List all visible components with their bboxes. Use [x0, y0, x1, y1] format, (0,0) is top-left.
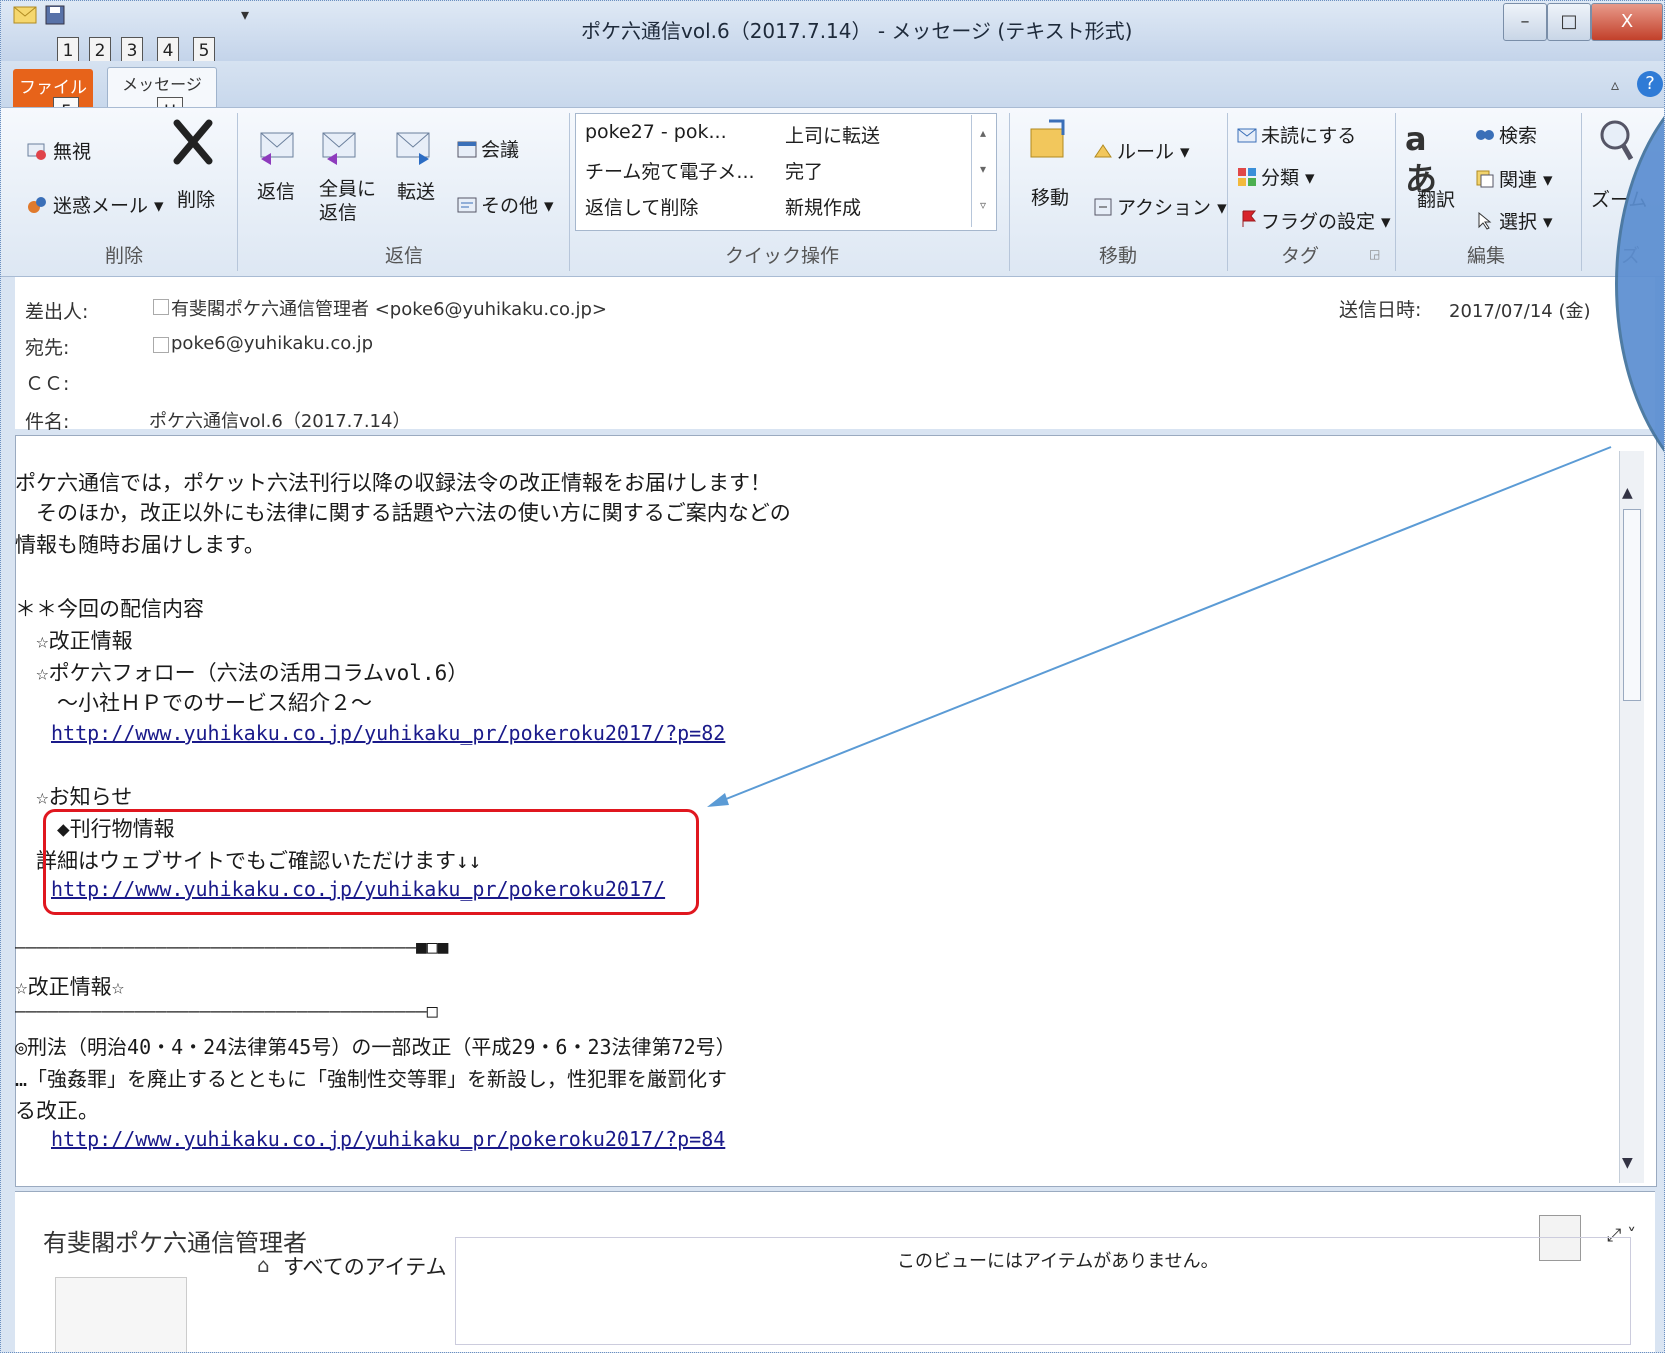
annotation-arrow: [707, 446, 1612, 807]
outlook-message-window: 1 2 3 4 5 ▾ ポケ六通信vol.6（2017.7.14） - メッセー…: [0, 0, 1665, 1353]
